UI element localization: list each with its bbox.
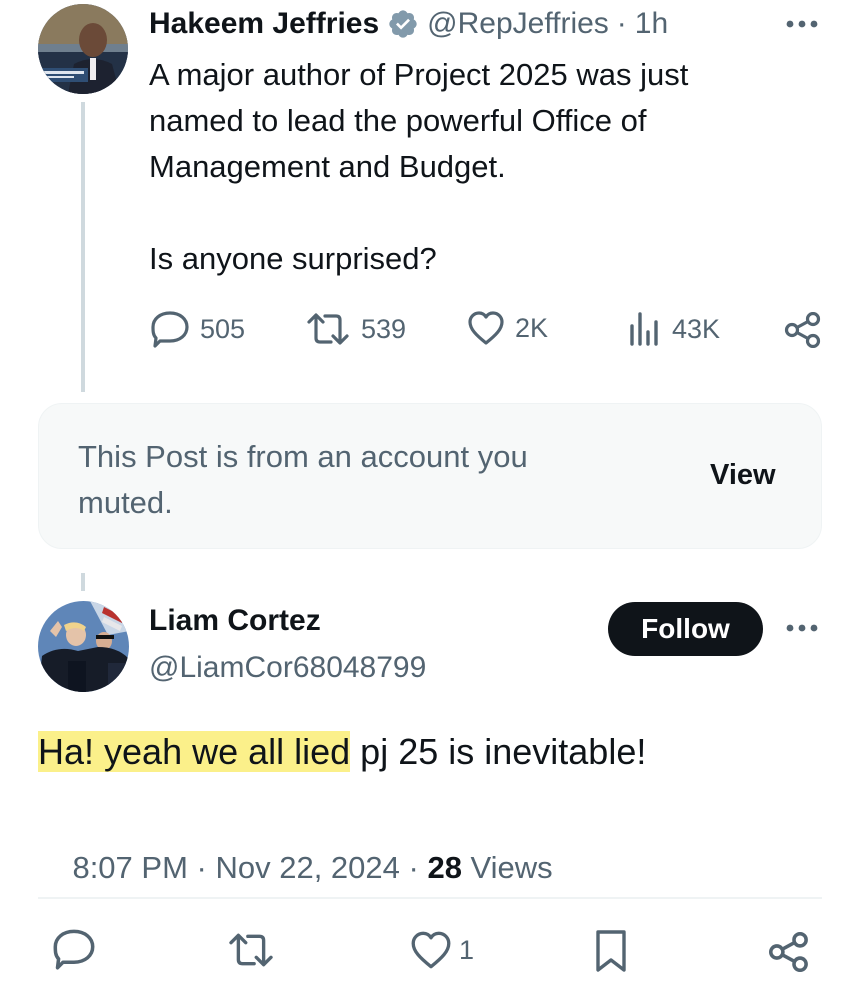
bookmark-button[interactable] [594,928,628,974]
muted-notice-line: This Post is from an account you [78,439,528,474]
highlighted-text: Ha! yeah we all lied [38,731,351,772]
repost-icon [305,310,351,348]
repost-button[interactable]: 539 [305,310,406,348]
share-button[interactable] [768,932,810,972]
tweet-text-line: named to lead the powerful Office of [149,103,647,138]
reply-icon [150,310,190,348]
follow-button[interactable]: Follow [608,602,763,656]
tweet-time[interactable]: 8:07 PM [72,850,187,885]
views-label: Views [461,850,553,885]
meta-separator: · [187,850,216,885]
reply-button[interactable]: 505 [150,310,245,348]
meta-separator: · [399,850,428,885]
reply-icon [52,928,96,970]
tweet-time[interactable]: 1h [635,7,668,41]
reply-count: 505 [200,313,246,344]
verified-badge-icon [387,8,419,40]
views-count: 43K [672,313,721,344]
heart-icon [467,310,505,346]
more-icon[interactable] [782,618,822,638]
like-button[interactable]: 2K [467,310,548,346]
tweet-text-line: Is anyone surprised? [149,241,437,276]
tweet-text-line: Management and Budget. [149,149,506,184]
reply-text-rest: pj 25 is inevitable! [350,731,647,772]
view-button[interactable]: View [710,459,776,492]
muted-notice-text: This Post is from an account you muted. [78,434,528,526]
views-icon [628,310,662,348]
divider [38,897,822,899]
views-button[interactable]: 43K [628,310,720,348]
tweet-text-line: A major author of Project 2025 was just [149,57,689,92]
more-icon[interactable] [782,14,822,34]
tweet-header: Hakeem Jeffries @RepJeffries · 1h [149,4,668,44]
tweet-text: A major author of Project 2025 was just … [149,52,809,282]
tweet-text-line [149,190,809,236]
views-count: 28 [427,850,462,885]
bookmark-icon [594,928,628,974]
share-icon [768,932,810,972]
repost-icon [226,930,276,970]
share-icon[interactable] [784,312,822,348]
muted-notice-line: muted. [78,485,173,520]
repost-count: 539 [361,313,407,344]
thread-line-connector [81,573,85,591]
like-count: 1 [459,934,475,965]
separator-dot: · [616,7,627,40]
tweet-date[interactable]: Nov 22, 2024 [215,850,399,885]
author-name-liam[interactable]: Liam Cortez [149,604,321,638]
tweet-meta: 8:07 PM · Nov 22, 2024 · 28 Views [38,814,553,922]
reply-text: Ha! yeah we all lied pj 25 is inevitable… [38,726,646,778]
muted-post-notice: This Post is from an account you muted. … [38,403,822,549]
reply-button[interactable] [52,928,96,970]
author-name[interactable]: Hakeem Jeffries [149,7,379,41]
author-handle-liam[interactable]: @LiamCor68048799 [149,651,426,685]
repost-button[interactable] [226,930,276,970]
author-handle[interactable]: @RepJeffries [427,7,609,41]
like-count: 2K [515,312,549,343]
avatar-liam[interactable] [38,601,129,692]
thread-line [81,102,85,392]
avatar-hakeem[interactable] [38,4,128,94]
heart-icon [409,930,453,970]
like-button[interactable]: 1 [409,930,474,970]
